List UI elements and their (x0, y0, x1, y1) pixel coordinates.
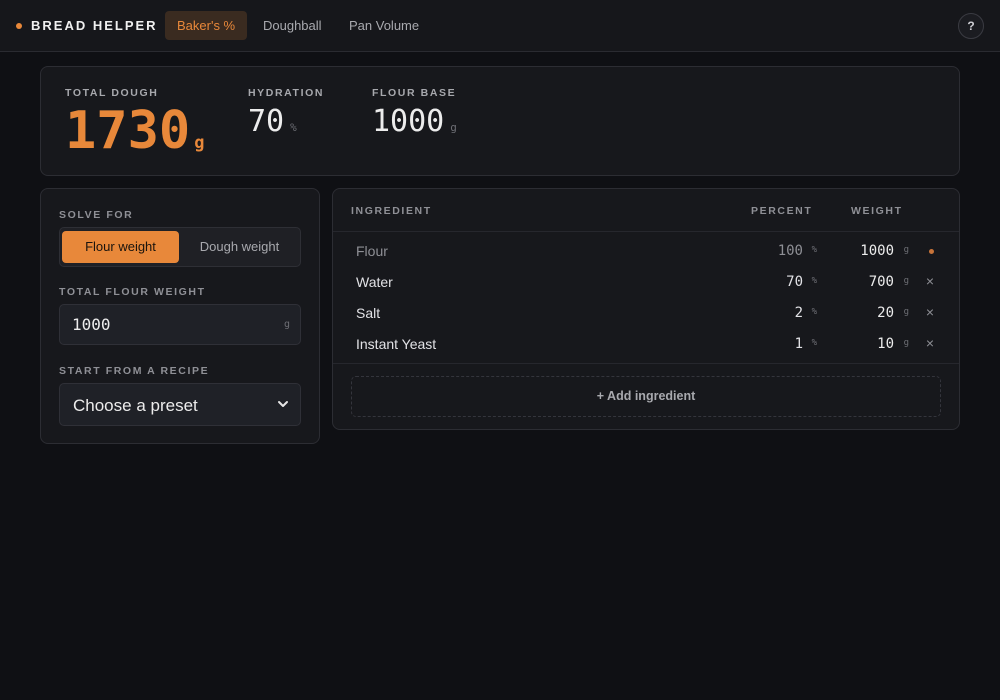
tab-pan-volume[interactable]: Pan Volume (337, 11, 431, 40)
flour-weight-unit: g (283, 319, 290, 330)
percent-unit: % (811, 245, 817, 255)
weight-unit: g (903, 245, 909, 255)
summary-card: TOTAL DOUGH 1730 g HYDRATION 70% FLOUR BA… (40, 66, 960, 176)
table-row: Instant Yeast 1 % 10 g × (333, 329, 959, 360)
ingredient-weight: 20 (877, 305, 894, 321)
solve-for-label: SOLVE FOR (59, 209, 134, 221)
table-row: Water 70 % 700 g × (333, 267, 959, 298)
ingredient-percent: 100 (777, 243, 803, 259)
ingredient-percent[interactable]: 1 (795, 336, 803, 352)
remove-ingredient-close-icon[interactable]: × (923, 272, 937, 290)
tab-doughball[interactable]: Doughball (251, 11, 334, 40)
table-divider (333, 363, 959, 364)
total-dough-value: 1730 (65, 101, 191, 161)
table-row: Flour 100 % 1000 g (333, 236, 959, 267)
brand-title: BREAD HELPER (31, 18, 158, 33)
stat-hydration: HYDRATION 70% (248, 87, 324, 137)
ingredient-percent[interactable]: 2 (795, 305, 803, 321)
tab-bakers-percent[interactable]: Baker's % (165, 11, 248, 40)
stat-label: HYDRATION (248, 87, 325, 99)
top-bar: BREAD HELPER Baker's % Doughball Pan Vol… (0, 0, 1000, 52)
ingredient-weight: 1000 (860, 243, 894, 259)
recipe-select[interactable]: Choose a preset (59, 383, 301, 426)
flour-base-value: 1000 (372, 104, 445, 139)
percent-unit: % (811, 276, 817, 286)
weight-column-header: WEIGHT (851, 205, 903, 217)
flour-weight-field: g (59, 304, 301, 345)
weight-unit: g (903, 276, 909, 286)
ingredient-name[interactable]: Instant Yeast (356, 336, 436, 352)
percent-unit: % (811, 307, 817, 317)
total-dough-unit: g (194, 133, 205, 153)
ingredient-weight: 700 (868, 274, 894, 290)
recipe-select-value: Choose a preset (73, 396, 198, 415)
percent-column-header: PERCENT (751, 205, 813, 217)
ingredient-name[interactable]: Water (356, 274, 393, 290)
ingredient-weight: 10 (877, 336, 894, 352)
flour-weight-input[interactable] (72, 305, 272, 344)
flour-weight-option[interactable]: Flour weight (62, 231, 179, 263)
dough-weight-option[interactable]: Dough weight (181, 231, 298, 263)
stat-flour-base: FLOUR BASE 1000 g (372, 87, 457, 137)
help-button[interactable]: ? (958, 13, 984, 39)
hydration-value: 70 (248, 104, 285, 139)
recipe-label: START FROM A RECIPE (59, 365, 210, 377)
ingredient-name: Flour (356, 243, 388, 259)
remove-ingredient-close-icon[interactable]: × (923, 303, 937, 321)
weight-unit: g (903, 338, 909, 348)
flour-weight-label: TOTAL FLOUR WEIGHT (59, 286, 206, 298)
base-ingredient-dot-icon (929, 249, 934, 254)
add-ingredient-button[interactable]: + Add ingredient (351, 376, 941, 417)
flour-base-unit: g (450, 121, 457, 134)
brand-dot-icon (16, 23, 22, 29)
remove-ingredient-close-icon[interactable]: × (923, 334, 937, 352)
ingredient-percent[interactable]: 70 (786, 274, 803, 290)
stat-total-dough: TOTAL DOUGH 1730 g (65, 87, 204, 157)
percent-unit: % (811, 338, 817, 348)
stat-label: FLOUR BASE (372, 87, 457, 99)
table-row: Salt 2 % 20 g × (333, 298, 959, 329)
settings-panel: SOLVE FOR Flour weight Dough weight TOTA… (40, 188, 320, 444)
chevron-down-icon (278, 401, 288, 407)
weight-unit: g (903, 307, 909, 317)
ingredients-panel: INGREDIENT PERCENT WEIGHT Flour 100 % 10… (332, 188, 960, 430)
hydration-unit: % (290, 121, 297, 134)
stat-label: TOTAL DOUGH (65, 87, 159, 99)
header-divider (333, 231, 959, 232)
ingredient-name[interactable]: Salt (356, 305, 380, 321)
solve-for-toggle: Flour weight Dough weight (59, 227, 301, 267)
ingredient-column-header: INGREDIENT (351, 205, 432, 217)
